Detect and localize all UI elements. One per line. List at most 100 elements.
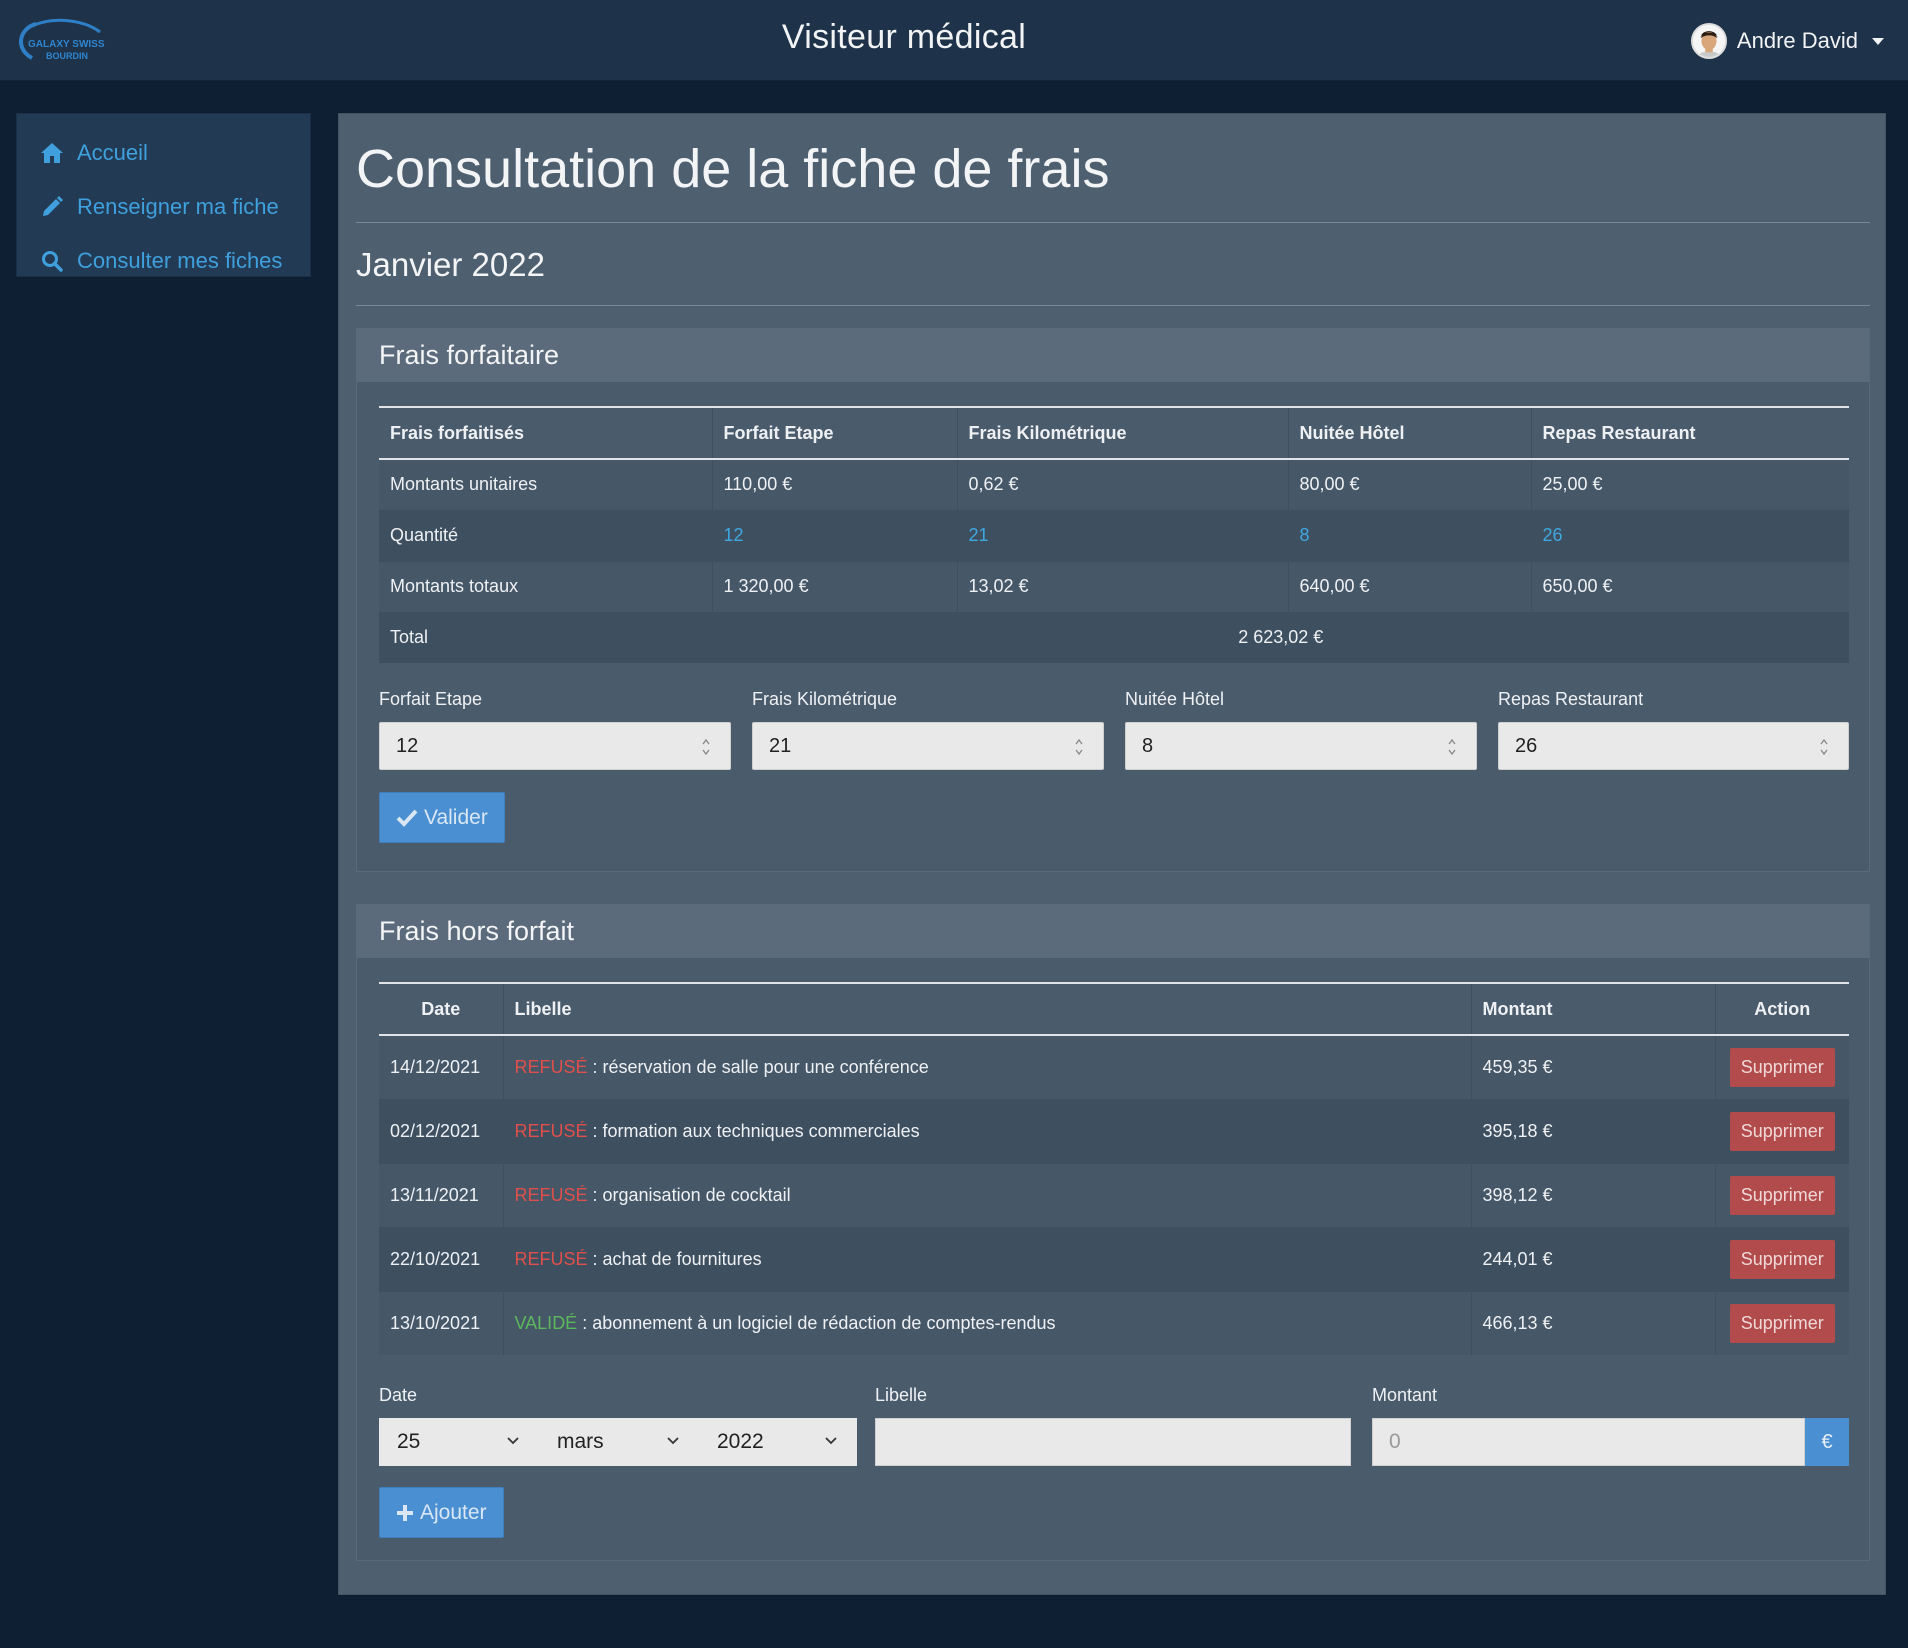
action-cell: Supprimer [1714, 1290, 1849, 1355]
avatar [1690, 23, 1727, 59]
nuitee-hotel-input[interactable]: 8 [1125, 722, 1477, 770]
montant-cell: 466,13 € [1470, 1290, 1715, 1355]
sidebar-item-label: Consulter mes fiches [77, 248, 283, 273]
date-cell: 02/12/2021 [379, 1098, 503, 1163]
libelle-cell: REFUSÉ : achat de fournitures [502, 1226, 1471, 1291]
row-label: Montants totaux [379, 560, 712, 612]
spinner-icon[interactable] [702, 738, 710, 756]
table-cell: 25,00 € [1530, 458, 1849, 510]
supprimer-button[interactable]: Supprimer [1729, 1175, 1835, 1215]
table-row: 13/11/2021 REFUSÉ : organisation de cock… [379, 1162, 1849, 1227]
status-badge: REFUSÉ [514, 1248, 588, 1269]
quantity-cell: 26 [1530, 509, 1849, 561]
month-select[interactable]: mars [539, 1418, 699, 1466]
input-value: 21 [769, 734, 792, 757]
table-header-row: Date Libelle Montant Action [379, 982, 1849, 1036]
column-header: Frais forfaitisés [379, 406, 712, 460]
panel-heading: Frais forfaitaire [357, 329, 1869, 382]
sidebar-item-consulter[interactable]: Consulter mes fiches [17, 234, 310, 288]
app-title: Visiteur médical [781, 18, 1027, 56]
sidebar-item-accueil[interactable]: Accueil [17, 126, 310, 180]
table-row: 13/10/2021 VALIDÉ : abonnement à un logi… [379, 1290, 1849, 1355]
select-value: 2022 [717, 1430, 764, 1453]
action-cell: Supprimer [1714, 1098, 1849, 1163]
button-label: Ajouter [420, 1500, 487, 1524]
table-row: Montants totaux 1 320,00 € 13,02 € 640,0… [379, 560, 1849, 612]
montant-cell: 459,35 € [1470, 1034, 1715, 1099]
divider [356, 222, 1870, 223]
panel-heading: Frais hors forfait [357, 905, 1869, 958]
column-header: Libelle [502, 982, 1471, 1036]
home-icon [39, 141, 65, 165]
input-value: 26 [1515, 734, 1538, 757]
spinner-icon[interactable] [1820, 738, 1828, 756]
table-row: 14/12/2021 REFUSÉ : réservation de salle… [379, 1034, 1849, 1099]
user-menu[interactable]: Andre David [1690, 22, 1884, 60]
repas-restaurant-input[interactable]: 26 [1498, 722, 1849, 770]
input-value: 8 [1142, 734, 1154, 757]
column-header: Frais Kilométrique [956, 406, 1288, 460]
main-content: Consultation de la fiche de frais Janvie… [338, 113, 1886, 1595]
libelle-text: : abonnement à un logiciel de rédaction … [577, 1312, 1056, 1333]
frais-kilometrique-input[interactable]: 21 [752, 722, 1104, 770]
spinner-icon[interactable] [1075, 738, 1083, 756]
date-cell: 13/11/2021 [379, 1162, 503, 1227]
libelle-cell: REFUSÉ : formation aux techniques commer… [502, 1098, 1471, 1163]
table-row: 02/12/2021 REFUSÉ : formation aux techni… [379, 1098, 1849, 1163]
day-select[interactable]: 25 [379, 1418, 539, 1466]
table-cell: 1 320,00 € [711, 560, 957, 612]
status-badge: REFUSÉ [514, 1120, 588, 1141]
supprimer-button[interactable]: Supprimer [1729, 1239, 1835, 1279]
chevron-down-icon [825, 1437, 837, 1445]
field-label: Repas Restaurant [1498, 689, 1644, 709]
table-cell: 640,00 € [1287, 560, 1531, 612]
row-label: Quantité [379, 509, 712, 561]
pencil-icon [39, 195, 65, 219]
select-value: mars [557, 1430, 604, 1453]
quantity-cell: 12 [711, 509, 957, 561]
table-cell: 13,02 € [956, 560, 1288, 612]
search-icon [39, 249, 65, 273]
montant-input[interactable]: 0 [1372, 1418, 1805, 1466]
field-label: Montant [1372, 1385, 1438, 1405]
field-label: Frais Kilométrique [752, 689, 898, 709]
field-label: Date [379, 1385, 418, 1405]
sidebar-item-label: Accueil [77, 140, 148, 165]
column-header: Nuitée Hôtel [1287, 406, 1531, 460]
plus-icon [397, 1504, 413, 1521]
row-label: Montants unitaires [379, 458, 712, 510]
field-label: Forfait Etape [379, 689, 483, 709]
divider [356, 305, 1870, 306]
supprimer-button[interactable]: Supprimer [1729, 1303, 1835, 1343]
forfait-etape-input[interactable]: 12 [379, 722, 731, 770]
table-cell: 650,00 € [1530, 560, 1849, 612]
table-row: 22/10/2021 REFUSÉ : achat de fournitures… [379, 1226, 1849, 1291]
select-value: 25 [397, 1430, 421, 1453]
status-badge: REFUSÉ [514, 1184, 588, 1205]
date-cell: 13/10/2021 [379, 1290, 503, 1355]
montant-cell: 244,01 € [1470, 1226, 1715, 1291]
column-header: Repas Restaurant [1530, 406, 1849, 460]
field-label: Libelle [875, 1385, 928, 1405]
row-label: Total [379, 611, 712, 663]
table-cell: 110,00 € [711, 458, 957, 510]
libelle-input[interactable] [875, 1418, 1351, 1466]
montant-cell: 398,12 € [1470, 1162, 1715, 1227]
supprimer-button[interactable]: Supprimer [1729, 1111, 1835, 1151]
supprimer-button[interactable]: Supprimer [1729, 1047, 1835, 1087]
sidebar-item-renseigner[interactable]: Renseigner ma fiche [17, 180, 310, 234]
year-select[interactable]: 2022 [699, 1418, 857, 1466]
user-avatar-icon [1692, 25, 1725, 57]
libelle-text: : achat de fournitures [587, 1248, 762, 1269]
valider-button[interactable]: Valider [379, 792, 505, 843]
forfait-panel: Frais forfaitaire Frais forfaitisés Forf… [356, 328, 1870, 872]
total-value: 2 623,02 € [711, 611, 1849, 663]
euro-addon: € [1805, 1418, 1849, 1466]
table-cell: 0,62 € [956, 458, 1288, 510]
spinner-icon[interactable] [1448, 738, 1456, 756]
column-header: Date [379, 982, 503, 1036]
sidebar-item-label: Renseigner ma fiche [77, 194, 279, 219]
chevron-down-icon [507, 1437, 519, 1445]
ajouter-button[interactable]: Ajouter [379, 1487, 504, 1538]
date-cell: 22/10/2021 [379, 1226, 503, 1291]
